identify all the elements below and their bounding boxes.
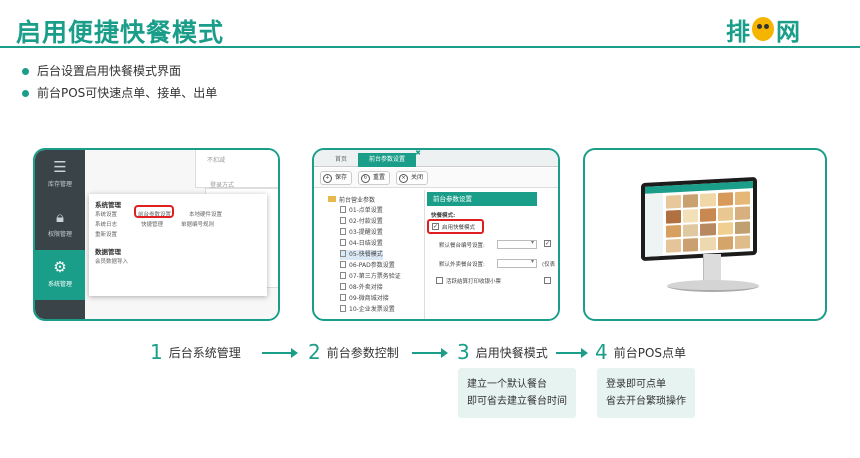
document-icon — [340, 250, 346, 257]
highlight-box — [427, 219, 484, 234]
default-takeout-select[interactable] — [497, 258, 537, 268]
logo-char-left: 排 — [726, 17, 750, 46]
highlight-box — [134, 205, 174, 218]
page-title: 启用便捷快餐模式 — [16, 18, 225, 47]
box-icon: ☰ — [53, 158, 67, 176]
bullet-dot-icon — [22, 67, 29, 75]
menu-section-title: 数据管理 — [95, 248, 121, 256]
document-icon — [340, 228, 346, 235]
tree-item[interactable]: 04-日结设置 — [340, 239, 383, 249]
menu-section-title: 系统管理 — [95, 201, 121, 209]
save-button[interactable]: + 保存 — [320, 171, 353, 185]
arrow-right-icon — [412, 348, 448, 358]
tree-item[interactable]: 02-付款设置 — [340, 217, 383, 227]
form-header: 前台参数设置 — [427, 192, 537, 206]
sidebar: ☰ 库存管理 🔒︎ 权限管理 ⚙ 系统管理 — [35, 150, 85, 319]
sidebar-item-inventory[interactable]: ☰ 库存管理 — [35, 150, 85, 200]
settings-form: 前台参数设置 快餐模式: ✓ 启用快餐模式 默认餐台编号设置: ✓ 默认外卖餐台… — [424, 190, 558, 319]
step-3: 3 启用快餐模式 — [457, 340, 548, 364]
tree-item[interactable]: 03-提醒设置 — [340, 228, 383, 238]
pos-screen — [641, 176, 757, 262]
menu-item-doc-number-rule[interactable]: 单据编号规则 — [181, 220, 214, 228]
tree-item[interactable]: 06-PAD参数设置 — [340, 261, 395, 271]
brand-logo: 排 网 — [726, 14, 800, 46]
menu-item-system-log[interactable]: 系统日志 — [95, 220, 117, 228]
toolbar: + 保存 ↻ 重置 × 关闭 — [314, 168, 558, 188]
document-icon — [340, 283, 346, 290]
step-2: 2 前台参数控制 — [308, 340, 399, 364]
default-table-select[interactable] — [497, 239, 537, 249]
document-icon — [340, 294, 346, 301]
document-icon — [340, 239, 346, 246]
default-table-label: 默认餐台编号设置: — [439, 243, 485, 249]
bullet-item: 后台设置启用快餐模式界面 — [22, 60, 217, 82]
screenshot-parameter-settings: 首页 前台参数设置 ✖ + 保存 ↻ 重置 × 关闭 前台营业参数 01-点单设置 02… — [312, 148, 560, 321]
menu-item-reset[interactable]: 重新设置 — [95, 230, 117, 238]
bullet-list: 后台设置启用快餐模式界面 前台POS可快速点单、接单、出单 — [22, 60, 217, 104]
menu-item-shortcut[interactable]: 快捷管理 — [141, 220, 163, 228]
sidebar-item-permissions[interactable]: 🔒︎ 权限管理 — [35, 200, 85, 250]
logo-char-right: 网 — [776, 17, 800, 46]
close-icon: × — [399, 173, 408, 183]
lock-icon: 🔒︎ — [56, 208, 64, 226]
screenshot-system-management: 不扣减 登录方式 ☰ 库存管理 🔒︎ 权限管理 ⚙ 系统管理 系统管理 系统设置 前台… — [33, 148, 280, 321]
note-step-4: 登录即可点单 省去开台繁琐操作 — [597, 368, 695, 418]
tree-item[interactable]: 07-第三方票务验证 — [340, 272, 401, 282]
tree-item[interactable]: 09-微商城对接 — [340, 294, 389, 304]
tab-frontend-params[interactable]: 前台参数设置 ✖ — [358, 150, 421, 167]
close-icon[interactable]: ✖ — [414, 150, 422, 157]
takeout-suffix: (仅表 — [542, 262, 556, 268]
document-icon — [340, 261, 346, 268]
tree-item[interactable]: 01-点单设置 — [340, 206, 383, 216]
folder-icon — [328, 196, 336, 202]
settings-tree: 前台营业参数 01-点单设置 02-付款设置 03-提醒设置 04-日结设置 0… — [314, 190, 422, 319]
reset-button[interactable]: ↻ 重置 — [358, 171, 391, 185]
document-icon — [340, 206, 346, 213]
close-button[interactable]: × 关闭 — [396, 171, 429, 185]
plus-icon: + — [323, 173, 332, 183]
menu-item-system-settings[interactable]: 系统设置 — [95, 210, 117, 218]
tree-item-selected[interactable]: 05-快餐模式 — [340, 250, 383, 260]
tree-root[interactable]: 前台营业参数 — [328, 195, 375, 204]
refresh-icon: ↻ — [361, 173, 370, 183]
option-checkbox[interactable]: ✓ — [544, 240, 551, 247]
sidebar-item-system[interactable]: ⚙ 系统管理 — [35, 250, 85, 300]
pos-base — [667, 280, 759, 292]
document-icon — [340, 217, 346, 224]
menu-item-local-hardware[interactable]: 本地硬件设置 — [189, 210, 222, 218]
option-checkbox[interactable] — [544, 277, 551, 284]
tree-item[interactable]: 08-外卖对接 — [340, 283, 383, 293]
menu-item-grid — [666, 191, 750, 253]
tab-home[interactable]: 首页 — [326, 153, 356, 167]
system-menu-popup: 系统管理 系统设置 前台参数设置 本地硬件设置 系统日志 快捷管理 单据编号规则… — [89, 194, 267, 296]
note-step-3: 建立一个默认餐台 即可省去建立餐台时间 — [458, 368, 576, 418]
pos-terminal-image — [583, 148, 827, 321]
mascot-icon — [752, 17, 774, 41]
tab-bar: 首页 前台参数设置 ✖ — [314, 150, 558, 167]
bullet-dot-icon — [22, 89, 29, 97]
form-section-label: 快餐模式: — [431, 213, 456, 219]
step-1: 1 后台系统管理 — [150, 340, 241, 364]
bullet-item: 前台POS可快速点单、接单、出单 — [22, 82, 217, 104]
tree-item[interactable]: 10-企业发票设置 — [340, 305, 395, 315]
print-receipt-label: 活跃结算打印收银小票 — [446, 279, 502, 285]
menu-item-member-import[interactable]: 会员数据导入 — [95, 257, 128, 265]
document-icon — [340, 305, 346, 312]
arrow-right-icon — [262, 348, 298, 358]
default-takeout-label: 默认外卖餐台设置: — [439, 262, 485, 268]
arrow-right-icon — [556, 348, 588, 358]
print-receipt-checkbox[interactable] — [436, 277, 443, 284]
step-4: 4 前台POS点单 — [595, 340, 687, 364]
gear-icon: ⚙ — [53, 258, 67, 276]
document-icon — [340, 272, 346, 279]
